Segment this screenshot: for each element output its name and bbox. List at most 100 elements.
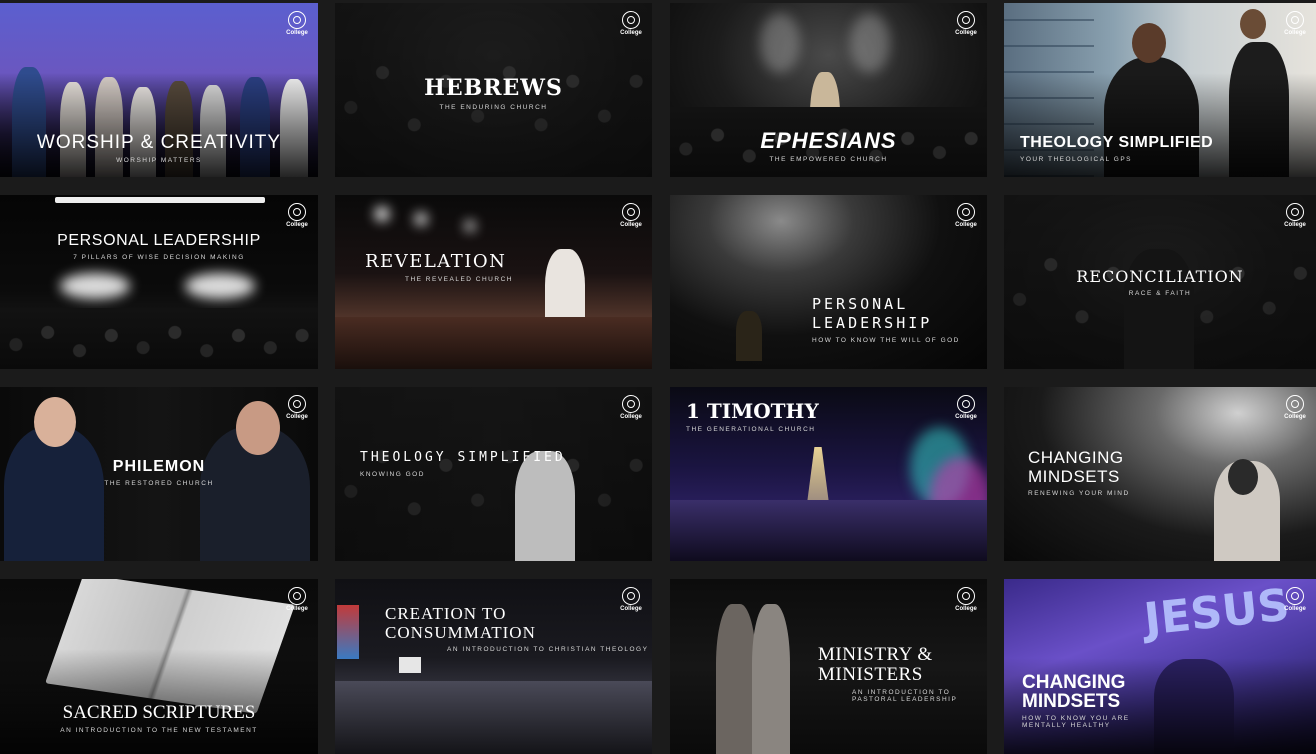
hillsong-college-logo: College bbox=[286, 11, 308, 36]
course-card-hebrews[interactable]: College HEBREWS THE ENDURING CHURCH bbox=[335, 3, 652, 177]
worshipper-head bbox=[1228, 459, 1258, 495]
card-title-block: HEBREWS THE ENDURING CHURCH bbox=[335, 75, 652, 112]
card-subtitle: THE REVEALED CHURCH bbox=[405, 275, 513, 283]
card-title: EPHESIANS bbox=[760, 128, 897, 153]
card-title: HEBREWS bbox=[424, 75, 563, 101]
student-head bbox=[1132, 23, 1166, 63]
hillsong-college-logo: College bbox=[1284, 587, 1306, 612]
speaker-head bbox=[34, 397, 76, 447]
card-title: SACRED SCRIPTURES bbox=[62, 702, 256, 723]
card-title: PHILEMON bbox=[112, 458, 206, 475]
card-subtitle: AN INTRODUCTION TO CHRISTIAN THEOLOGY bbox=[447, 646, 649, 654]
card-title-block: THEOLOGY SIMPLIFIED KNOWING GOD bbox=[360, 449, 566, 478]
card-subtitle: KNOWING GOD bbox=[360, 470, 425, 478]
hillsong-college-logo: College bbox=[286, 395, 308, 420]
card-title-block: WORSHIP & CREATIVITY WORSHIP MATTERS bbox=[0, 133, 318, 164]
card-subtitle: HOW TO KNOW THE WILL OF GOD bbox=[812, 336, 960, 344]
card-title-block: CHANGING MINDSETS RENEWING YOUR MIND bbox=[1028, 448, 1158, 498]
hillsong-college-logo: College bbox=[1284, 203, 1306, 228]
hillsong-college-logo: College bbox=[955, 203, 977, 228]
course-card-personal-leadership-pillars[interactable]: College PERSONAL LEADERSHIP 7 PILLARS OF… bbox=[0, 195, 318, 369]
stage-screen bbox=[399, 657, 421, 673]
card-subtitle: THE GENERATIONAL CHURCH bbox=[686, 426, 816, 433]
card-title-block: CHANGING MINDSETS HOW TO KNOW YOU ARE ME… bbox=[1022, 673, 1142, 729]
course-card-creation-to-consummation[interactable]: College CREATION TO CONSUMMATION AN INTR… bbox=[335, 579, 652, 754]
course-card-worship-creativity[interactable]: College WORSHIP & CREATIVITY WORSHIP MAT… bbox=[0, 3, 318, 177]
card-title: REVELATION bbox=[365, 251, 507, 272]
hillsong-college-logo: College bbox=[955, 395, 977, 420]
card-subtitle: RACE & FAITH bbox=[1128, 289, 1192, 297]
card-subtitle: THE EMPOWERED CHURCH bbox=[769, 156, 888, 164]
course-card-ministry-ministers[interactable]: College MINISTRY & MINISTERS AN INTRODUC… bbox=[670, 579, 987, 754]
card-title-block: PERSONAL LEADERSHIP 7 PILLARS OF WISE DE… bbox=[0, 232, 318, 261]
stage-light bbox=[415, 213, 427, 225]
student-head bbox=[1240, 9, 1266, 39]
card-title: THEOLOGY SIMPLIFIED bbox=[1020, 134, 1214, 151]
crowd-silhouettes bbox=[670, 500, 987, 561]
crowd-silhouettes bbox=[335, 316, 652, 369]
course-card-changing-mindsets-renewing[interactable]: College CHANGING MINDSETS RENEWING YOUR … bbox=[1004, 387, 1316, 561]
card-title-block: 1 TIMOTHY THE GENERATIONAL CHURCH bbox=[686, 399, 819, 434]
speaker-figure bbox=[752, 604, 790, 754]
card-title: PERSONAL LEADERSHIP bbox=[812, 295, 933, 332]
light-rig bbox=[55, 197, 265, 203]
card-subtitle: 7 PILLARS OF WISE DECISION MAKING bbox=[73, 253, 245, 261]
card-subtitle: HOW TO KNOW YOU ARE MENTALLY HEALTHY bbox=[1022, 715, 1130, 729]
crowd-silhouettes bbox=[0, 308, 318, 369]
course-card-1-timothy[interactable]: College 1 TIMOTHY THE GENERATIONAL CHURC… bbox=[670, 387, 987, 561]
course-card-reconciliation[interactable]: College RECONCILIATION RACE & FAITH bbox=[1004, 195, 1316, 369]
card-subtitle: AN INTRODUCTION TO PASTORAL LEADERSHIP bbox=[852, 688, 958, 703]
card-title-block: THEOLOGY SIMPLIFIED YOUR THEOLOGICAL GPS bbox=[1020, 134, 1214, 163]
card-title: CREATION TO CONSUMMATION bbox=[385, 604, 536, 642]
course-card-revelation[interactable]: College REVELATION THE REVEALED CHURCH bbox=[335, 195, 652, 369]
card-title-block: PERSONAL LEADERSHIP HOW TO KNOW THE WILL… bbox=[812, 295, 987, 344]
banner-artwork bbox=[337, 605, 359, 659]
course-card-changing-mindsets-healthy[interactable]: JESUS College CHANGING MINDSETS HOW TO K… bbox=[1004, 579, 1316, 754]
card-title-block: MINISTRY & MINISTERS AN INTRODUCTION TO … bbox=[818, 645, 987, 703]
card-title: WORSHIP & CREATIVITY bbox=[36, 132, 282, 153]
speaker-head bbox=[236, 401, 280, 455]
card-title: PERSONAL LEADERSHIP bbox=[57, 232, 261, 249]
stage-light bbox=[465, 221, 475, 231]
course-card-theology-simplified[interactable]: College THEOLOGY SIMPLIFIED YOUR THEOLOG… bbox=[1004, 3, 1316, 177]
hillsong-college-logo: College bbox=[1284, 395, 1306, 420]
stage-light bbox=[185, 273, 255, 299]
card-subtitle: YOUR THEOLOGICAL GPS bbox=[1020, 155, 1132, 163]
card-title-block: EPHESIANS THE EMPOWERED CHURCH bbox=[670, 129, 987, 163]
course-card-sacred-scriptures[interactable]: College SACRED SCRIPTURES AN INTRODUCTIO… bbox=[0, 579, 318, 754]
hillsong-college-logo: College bbox=[955, 587, 977, 612]
course-card-philemon[interactable]: College PHILEMON THE RESTORED CHURCH bbox=[0, 387, 318, 561]
speaker-figure bbox=[716, 604, 756, 754]
stage-light bbox=[375, 207, 389, 221]
crowd-silhouettes bbox=[335, 680, 652, 754]
hillsong-college-logo: College bbox=[955, 11, 977, 36]
card-title-block: PHILEMON THE RESTORED CHURCH bbox=[0, 458, 318, 487]
card-subtitle: THE ENDURING CHURCH bbox=[439, 104, 548, 112]
stage-light bbox=[60, 273, 130, 299]
card-title-block: RECONCILIATION RACE & FAITH bbox=[1004, 267, 1316, 297]
course-grid: College WORSHIP & CREATIVITY WORSHIP MAT… bbox=[0, 0, 1316, 754]
speaker-figure bbox=[736, 311, 762, 361]
card-title-block: SACRED SCRIPTURES AN INTRODUCTION TO THE… bbox=[0, 703, 318, 734]
hillsong-college-logo: College bbox=[620, 11, 642, 36]
card-title: THEOLOGY SIMPLIFIED bbox=[360, 450, 566, 465]
course-card-theology-simplified-knowing-god[interactable]: College THEOLOGY SIMPLIFIED KNOWING GOD bbox=[335, 387, 652, 561]
card-title-block: REVELATION THE REVEALED CHURCH bbox=[365, 251, 513, 283]
card-subtitle: WORSHIP MATTERS bbox=[116, 156, 202, 164]
hillsong-college-logo: College bbox=[286, 203, 308, 228]
card-title-block: CREATION TO CONSUMMATION AN INTRODUCTION… bbox=[385, 604, 652, 654]
card-subtitle: AN INTRODUCTION TO THE NEW TESTAMENT bbox=[60, 726, 258, 734]
card-subtitle: RENEWING YOUR MIND bbox=[1028, 490, 1130, 498]
course-card-personal-leadership-will[interactable]: College PERSONAL LEADERSHIP HOW TO KNOW … bbox=[670, 195, 987, 369]
hillsong-college-logo: College bbox=[286, 587, 308, 612]
card-title: RECONCILIATION bbox=[1076, 267, 1244, 286]
stage-light bbox=[850, 13, 890, 73]
hillsong-college-logo: College bbox=[620, 395, 642, 420]
card-title: CHANGING MINDSETS bbox=[1028, 448, 1124, 486]
card-title: 1 TIMOTHY bbox=[686, 399, 819, 423]
stage-light bbox=[760, 13, 800, 73]
course-card-ephesians[interactable]: College EPHESIANS THE EMPOWERED CHURCH bbox=[670, 3, 987, 177]
hillsong-college-logo: College bbox=[1284, 11, 1306, 36]
card-subtitle: THE RESTORED CHURCH bbox=[104, 479, 214, 487]
hillsong-college-logo: College bbox=[620, 203, 642, 228]
